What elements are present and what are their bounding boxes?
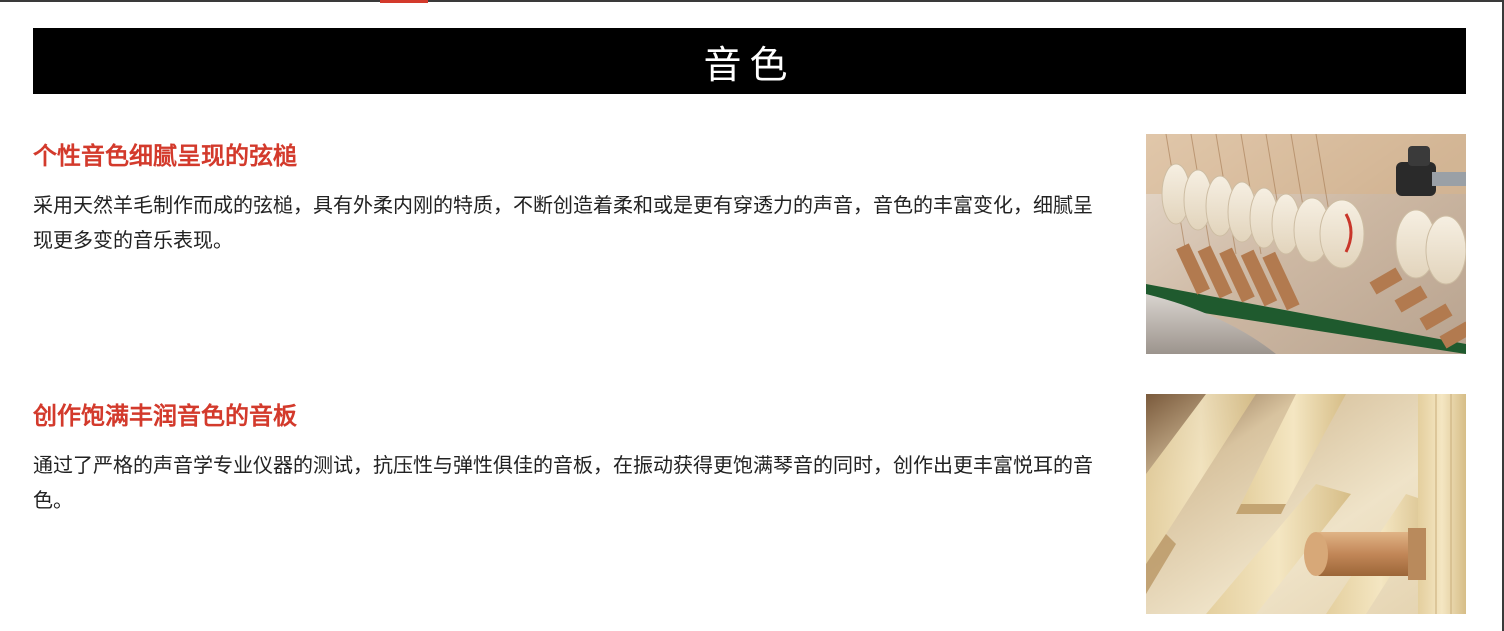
section-title: 音色	[703, 42, 796, 87]
feature-title: 创作饱满丰润音色的音板	[33, 402, 297, 430]
feature-hammers: 个性音色细腻呈现的弦槌 采用天然羊毛制作而成的弦槌，具有外柔内刚的特质，不断创造…	[33, 134, 1466, 354]
feature-text: 创作饱满丰润音色的音板 通过了严格的声音学专业仪器的测试，抗压性与弹性俱佳的音板…	[33, 394, 1108, 518]
feature-soundboard: 创作饱满丰润音色的音板 通过了严格的声音学专业仪器的测试，抗压性与弹性俱佳的音板…	[33, 394, 1466, 614]
feature-description: 采用天然羊毛制作而成的弦槌，具有外柔内刚的特质，不断创造着柔和或是更有穿透力的声…	[33, 193, 1093, 252]
page: 音色 个性音色细腻呈现的弦槌 采用天然羊毛制作而成的弦槌，具有外柔内刚的特质，不…	[0, 0, 1504, 631]
piano-hammers-image	[1146, 134, 1466, 354]
active-tab-indicator	[380, 0, 428, 3]
section-title-bar: 音色	[33, 28, 1466, 94]
top-divider	[0, 0, 1504, 2]
feature-description: 通过了严格的声音学专业仪器的测试，抗压性与弹性俱佳的音板，在振动获得更饱满琴音的…	[33, 453, 1093, 512]
feature-text: 个性音色细腻呈现的弦槌 采用天然羊毛制作而成的弦槌，具有外柔内刚的特质，不断创造…	[33, 134, 1108, 258]
feature-title: 个性音色细腻呈现的弦槌	[33, 142, 297, 170]
soundboard-image	[1146, 394, 1466, 614]
